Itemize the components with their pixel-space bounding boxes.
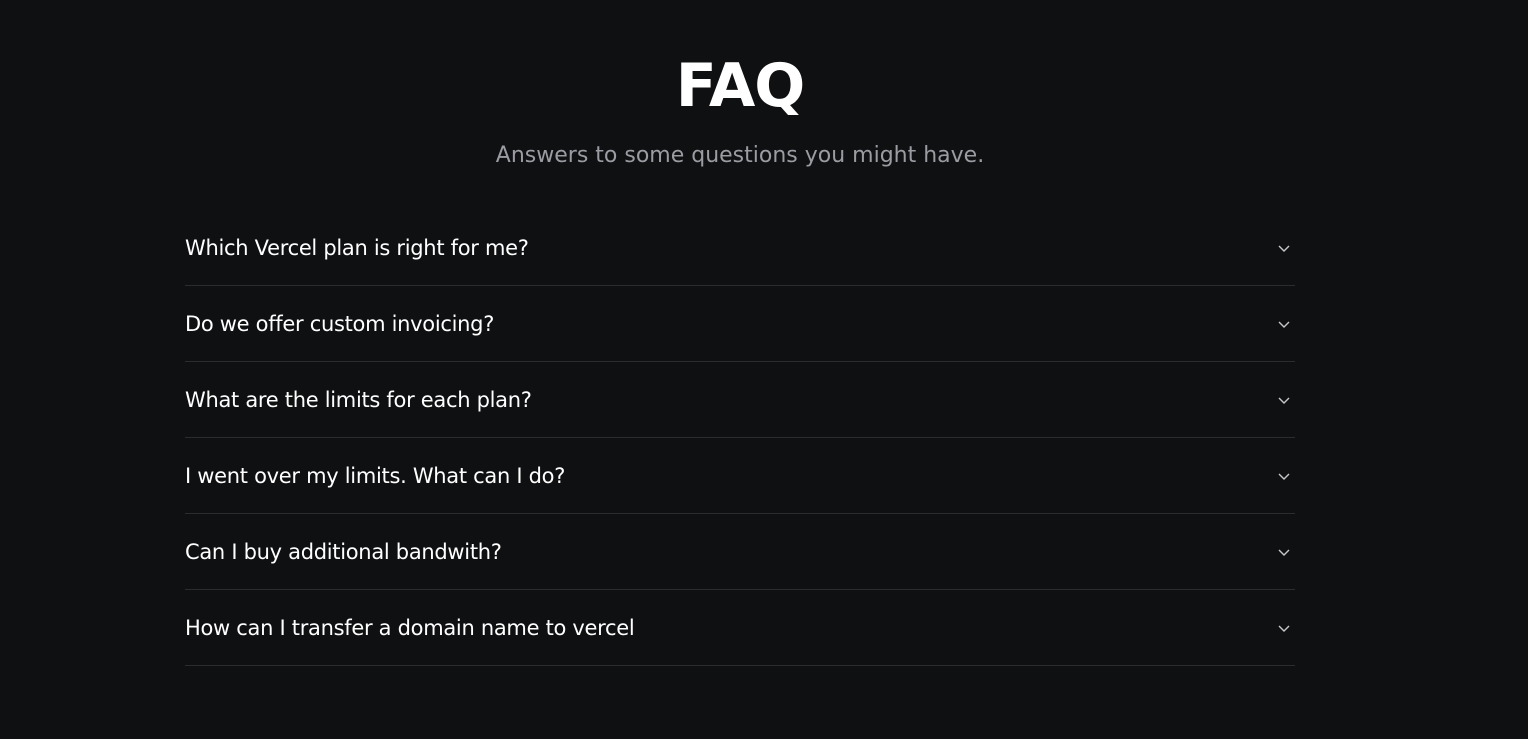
faq-question: How can I transfer a domain name to verc… xyxy=(185,615,635,640)
faq-question: What are the limits for each plan? xyxy=(185,387,532,412)
chevron-down-icon[interactable] xyxy=(1277,393,1291,407)
faq-item[interactable]: Can I buy additional bandwith? xyxy=(185,514,1295,590)
faq-list: Which Vercel plan is right for me? Do we… xyxy=(185,210,1295,666)
faq-question: Can I buy additional bandwith? xyxy=(185,539,502,564)
faq-question: I went over my limits. What can I do? xyxy=(185,463,566,488)
chevron-down-icon[interactable] xyxy=(1277,621,1291,635)
faq-item[interactable]: How can I transfer a domain name to verc… xyxy=(185,590,1295,666)
page-subtitle: Answers to some questions you might have… xyxy=(495,143,985,168)
page-title: FAQ xyxy=(675,51,806,121)
chevron-down-icon[interactable] xyxy=(1277,545,1291,559)
faq-question: Which Vercel plan is right for me? xyxy=(185,235,529,260)
faq-item[interactable]: Do we offer custom invoicing? xyxy=(185,286,1295,362)
chevron-down-icon[interactable] xyxy=(1277,469,1291,483)
faq-item[interactable]: I went over my limits. What can I do? xyxy=(185,438,1295,514)
faq-item[interactable]: Which Vercel plan is right for me? xyxy=(185,210,1295,286)
chevron-down-icon[interactable] xyxy=(1277,241,1291,255)
chevron-down-icon[interactable] xyxy=(1277,317,1291,331)
faq-item[interactable]: What are the limits for each plan? xyxy=(185,362,1295,438)
faq-question: Do we offer custom invoicing? xyxy=(185,311,495,336)
